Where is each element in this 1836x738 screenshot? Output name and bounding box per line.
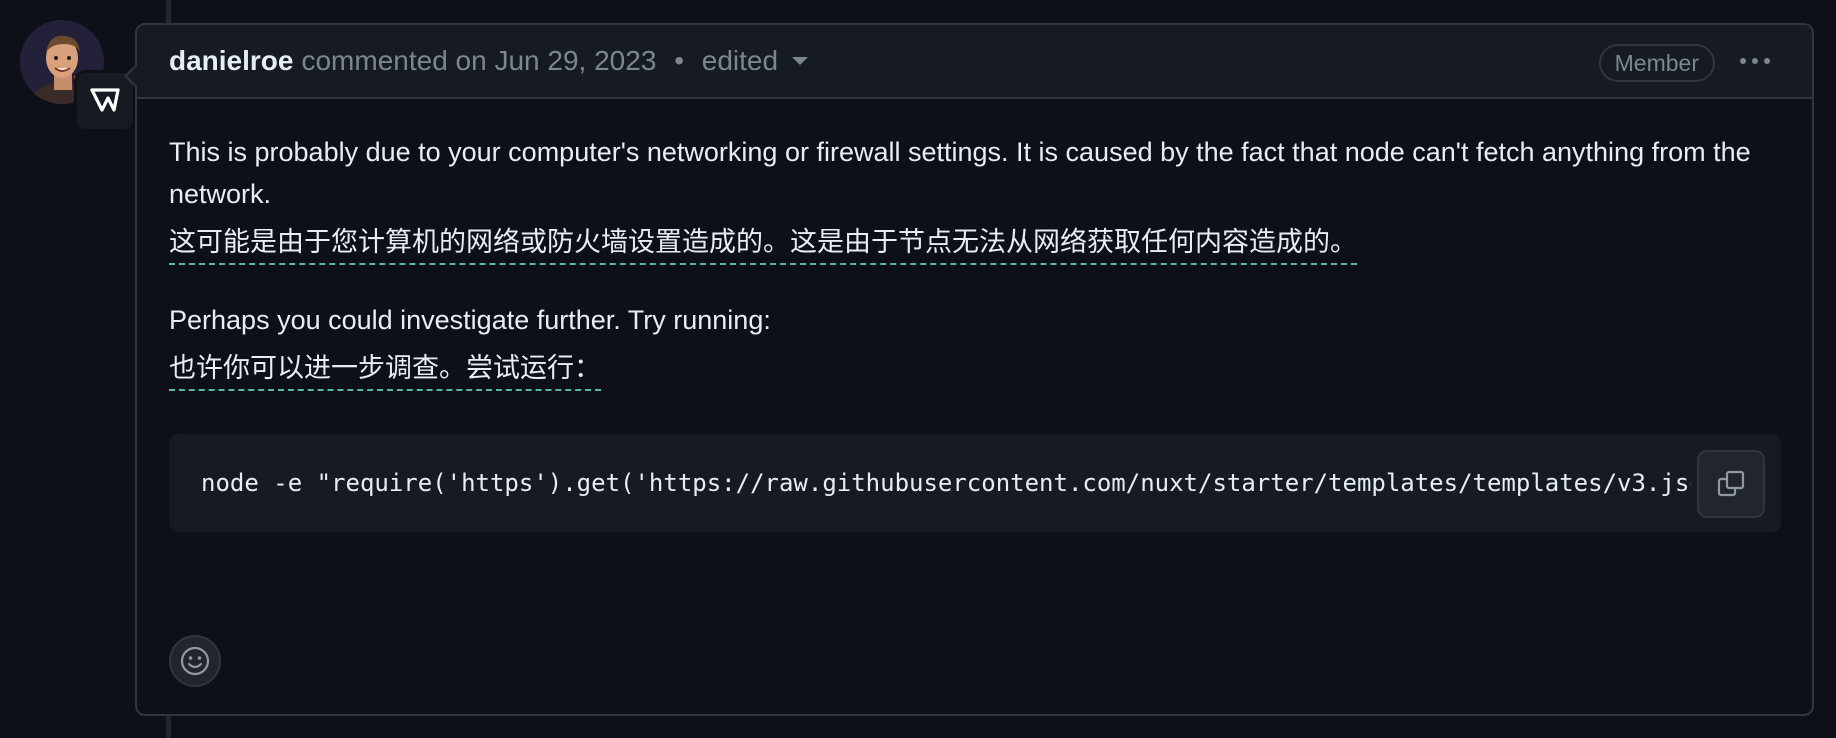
code-snippet: node -e "require('https').get('https://r…	[201, 469, 1719, 497]
comment-date[interactable]: Jun 29, 2023	[494, 45, 656, 76]
copy-button[interactable]	[1697, 450, 1765, 518]
translation-chinese-2[interactable]: 也许你可以进一步调查。尝试运行：	[169, 349, 601, 391]
paragraph-english-2: Perhaps you could investigate further. T…	[169, 305, 771, 335]
kebab-dot	[1752, 58, 1758, 64]
copy-icon	[1717, 470, 1745, 497]
smiley-icon	[180, 646, 210, 676]
more-options-button[interactable]	[1736, 45, 1774, 77]
chevron-down-icon	[792, 57, 809, 65]
add-reaction-button[interactable]	[169, 635, 221, 687]
kebab-horizontal-icon	[1740, 58, 1746, 64]
comment-box: danielroe commented on Jun 29, 2023 • ed…	[124, 23, 1814, 716]
comment-meta: commented on Jun 29, 2023 • edited	[301, 45, 809, 77]
comment-action: commented on	[301, 45, 487, 76]
translation-chinese-1[interactable]: 这可能是由于您计算机的网络或防火墙设置造成的。这是由于节点无法从网络获取任何内容…	[169, 223, 1357, 265]
kebab-dot	[1764, 58, 1770, 64]
paragraph-english-1: This is probably due to your computer's …	[169, 137, 1751, 209]
author-link[interactable]: danielroe	[169, 45, 293, 77]
comment-body: This is probably due to your computer's …	[137, 99, 1812, 532]
meta-separator: •	[674, 45, 684, 76]
edited-label: edited	[701, 45, 779, 76]
comment-header: danielroe commented on Jun 29, 2023 • ed…	[137, 25, 1812, 99]
code-block: node -e "require('https').get('https://r…	[169, 434, 1781, 532]
author-avatar-link[interactable]	[20, 20, 136, 132]
edited-history-button[interactable]: edited	[701, 45, 809, 77]
timeline-stage: danielroe commented on Jun 29, 2023 • ed…	[0, 0, 1836, 738]
role-badge: Member	[1598, 44, 1715, 82]
